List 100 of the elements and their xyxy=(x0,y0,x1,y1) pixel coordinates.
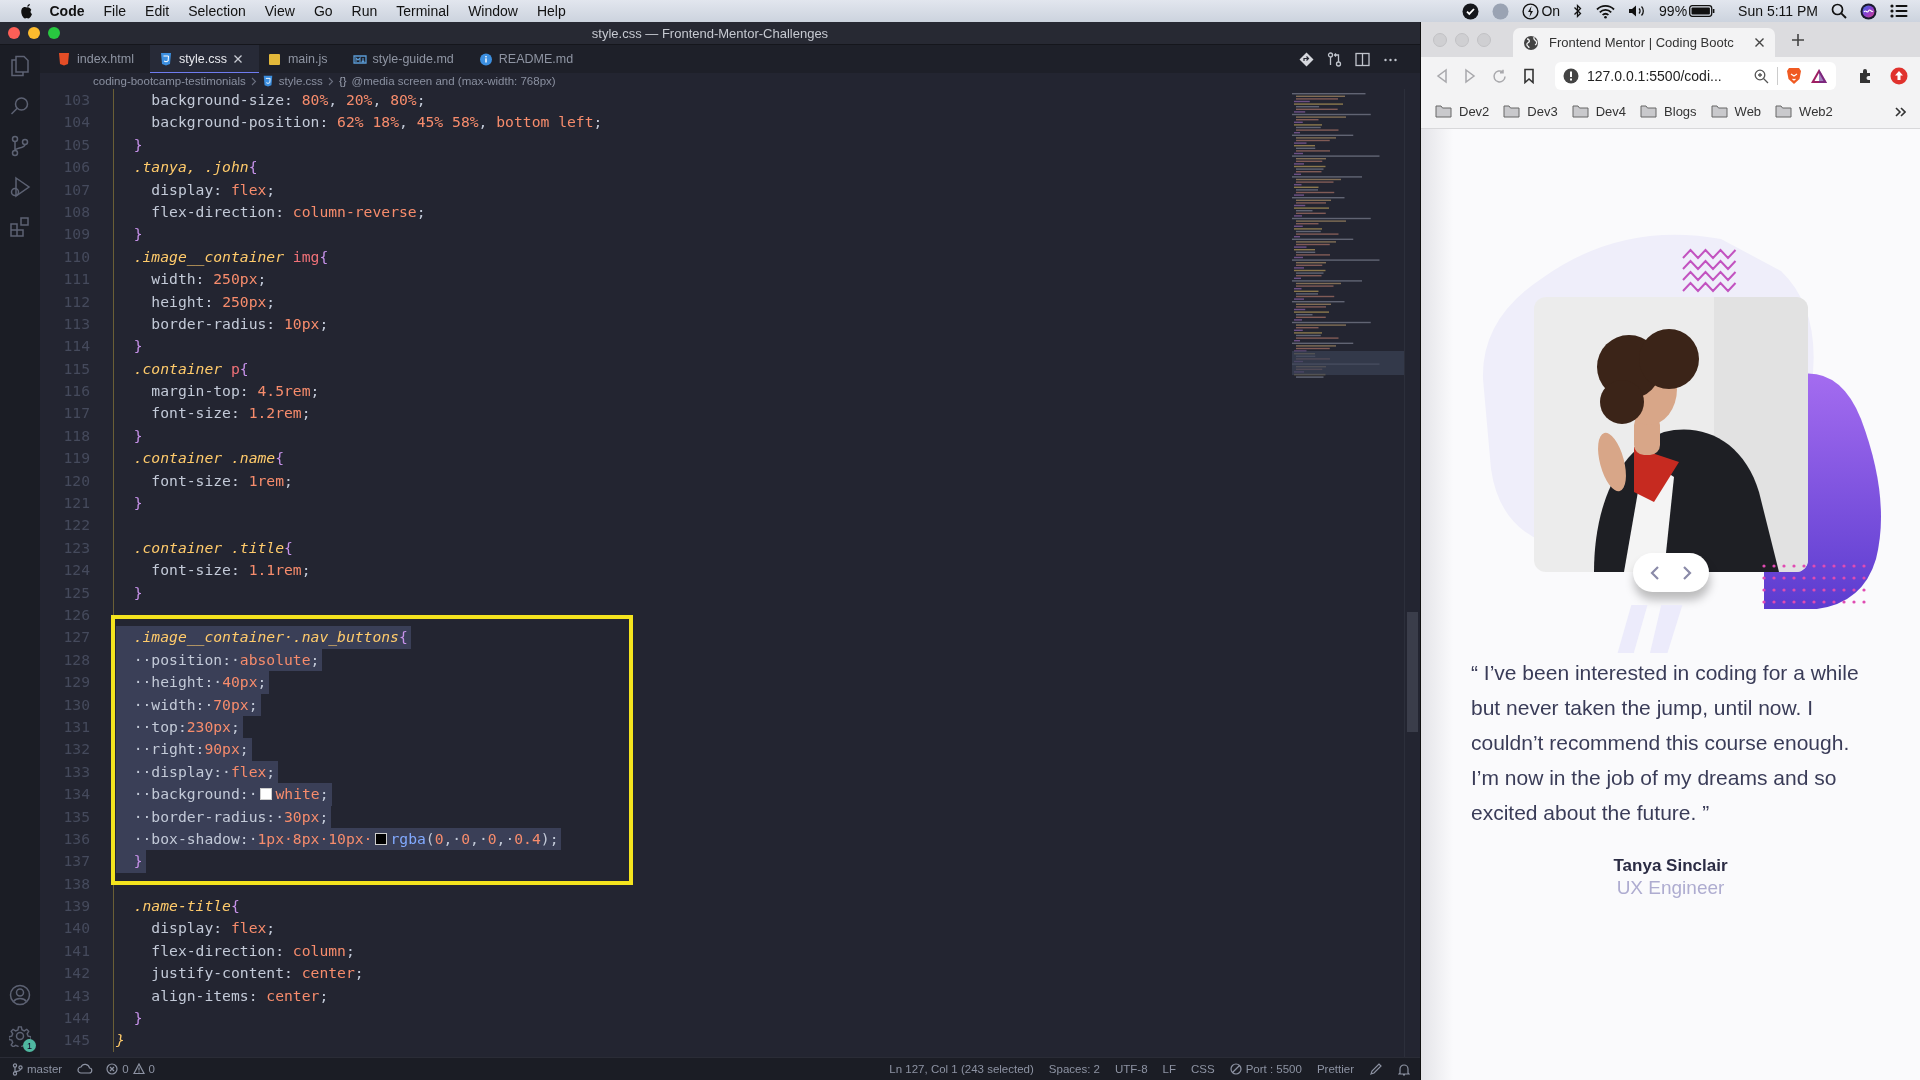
settings-icon[interactable] xyxy=(9,1025,31,1047)
code-line: .container .title{ xyxy=(132,537,294,558)
code-line: border-radius: 10px; xyxy=(150,313,330,334)
warning-count[interactable]: 0 xyxy=(148,1063,155,1075)
zoom-button[interactable] xyxy=(48,27,60,39)
battery-percent: 99% xyxy=(1659,3,1688,19)
bookmark-folder[interactable]: Web xyxy=(1710,104,1762,119)
bookmark-folder[interactable]: Dev3 xyxy=(1503,104,1558,119)
bookmark-icon[interactable] xyxy=(1523,68,1535,84)
editor-tab[interactable]: style.css xyxy=(150,45,259,73)
diamond-arrow-icon[interactable] xyxy=(1299,51,1314,67)
more-bookmarks-icon[interactable] xyxy=(1895,106,1906,117)
folder-icon xyxy=(1571,105,1589,118)
new-tab-icon[interactable] xyxy=(1791,32,1805,47)
globe-icon xyxy=(1523,34,1539,51)
chevron-right-icon xyxy=(250,76,257,86)
upload-badge-icon[interactable] xyxy=(1890,67,1908,85)
editor-tab[interactable]: README.md xyxy=(469,45,590,73)
breadcrumb-item[interactable]: style.css xyxy=(278,75,323,87)
info-icon xyxy=(1563,68,1579,84)
zoom-in-icon[interactable] xyxy=(1754,68,1769,84)
menu-item[interactable]: Selection xyxy=(178,3,256,19)
power-label[interactable]: On xyxy=(1541,3,1561,19)
volume-icon[interactable] xyxy=(1628,4,1647,18)
code-line: } xyxy=(132,582,144,603)
error-icon[interactable] xyxy=(106,1063,119,1075)
triangle-logo-icon[interactable] xyxy=(1810,68,1828,84)
lion-shield-icon[interactable] xyxy=(1786,67,1802,85)
account-icon[interactable] xyxy=(9,984,31,1006)
wifi-icon[interactable] xyxy=(1596,3,1616,19)
editor-tab[interactable]: main.js xyxy=(258,45,344,73)
compare-changes-icon[interactable] xyxy=(1327,51,1342,67)
js-file-icon xyxy=(267,52,282,66)
code-line: display: flex; xyxy=(150,918,277,939)
breadcrumb-item[interactable]: coding-bootcamp-testimonials xyxy=(93,75,246,87)
code-line: flex-direction: column-reverse; xyxy=(150,201,427,222)
code-line: background-position: 62% 18%, 45% 58%, bottom left; xyxy=(150,112,604,133)
menu-item[interactable]: Terminal xyxy=(386,3,459,19)
bookmark-folder[interactable]: Blogs xyxy=(1640,104,1697,119)
menu-item[interactable]: Edit xyxy=(135,3,179,19)
status-item[interactable]: CSS xyxy=(1191,1063,1215,1075)
code-line: .image__container img{ xyxy=(132,246,330,268)
feedback-icon[interactable] xyxy=(1369,1062,1383,1076)
folder-icon xyxy=(1775,105,1793,118)
css-file-icon xyxy=(261,75,274,87)
branch-icon[interactable] xyxy=(12,1062,23,1076)
status-item[interactable]: Ln 127, Col 1 (243 selected) xyxy=(889,1063,1034,1075)
code-line: } xyxy=(132,493,144,514)
battery-icon[interactable] xyxy=(1689,5,1716,17)
minimize-button[interactable] xyxy=(28,27,40,39)
files-icon[interactable] xyxy=(10,55,30,77)
warning-icon[interactable] xyxy=(132,1063,145,1075)
breadcrumb-item[interactable]: @media screen and (max-width: 768px) xyxy=(351,75,556,87)
address-bar[interactable]: 127.0.0.1:5500/codi... xyxy=(1555,62,1836,90)
menu-item[interactable]: File xyxy=(94,3,136,19)
power-icon[interactable] xyxy=(1522,2,1540,20)
scrollbar-thumb[interactable] xyxy=(1407,612,1418,732)
code-line: font-size: 1.2rem; xyxy=(150,403,312,424)
branch-name[interactable]: master xyxy=(27,1063,63,1075)
status-item[interactable]: Spaces: 2 xyxy=(1048,1063,1100,1075)
menu-item[interactable]: Go xyxy=(304,3,343,19)
menu-item[interactable]: Help xyxy=(527,3,576,19)
menu-item[interactable]: Run xyxy=(342,3,387,19)
menu-item[interactable]: Window xyxy=(458,3,528,19)
bookmark-folder[interactable]: Web2 xyxy=(1775,104,1833,119)
person-name: Tanya Sinclair xyxy=(1612,856,1729,876)
siri-icon[interactable] xyxy=(1860,2,1877,20)
bookmark-folder[interactable]: Dev4 xyxy=(1571,104,1627,119)
status-item[interactable]: Port : 5500 xyxy=(1245,1063,1302,1075)
error-count[interactable]: 0 xyxy=(122,1063,129,1075)
source-control-icon[interactable] xyxy=(10,135,30,157)
status-item[interactable]: UTF-8 xyxy=(1115,1063,1148,1075)
code-line: } xyxy=(132,336,144,357)
close-icon[interactable] xyxy=(1754,37,1765,48)
status-item[interactable]: LF xyxy=(1162,1063,1176,1075)
editor-tab[interactable]: style-guide.md xyxy=(343,45,470,73)
symbol-icon: {} xyxy=(338,75,347,87)
code-line: font-size: 1rem; xyxy=(150,470,294,491)
bell-icon[interactable] xyxy=(1398,1062,1410,1076)
bluetooth-icon[interactable] xyxy=(1573,3,1584,19)
code-line: .container p{ xyxy=(132,358,250,379)
close-button[interactable] xyxy=(8,27,20,39)
info-icon xyxy=(478,52,493,66)
port-icon[interactable] xyxy=(1229,1063,1242,1075)
browser-tab[interactable]: Frontend Mentor | Coding Bootc xyxy=(1513,28,1775,57)
app-menu[interactable]: Code xyxy=(40,3,94,19)
bookmark-folder[interactable]: Dev2 xyxy=(1435,104,1490,119)
checkmark-badge-icon[interactable] xyxy=(1462,2,1480,20)
run-debug-icon[interactable] xyxy=(9,176,31,198)
search-icon[interactable] xyxy=(1831,3,1847,19)
tab-title: Frontend Mentor | Coding Bootc xyxy=(1549,35,1735,50)
split-editor-icon[interactable] xyxy=(1355,51,1370,67)
menu-item[interactable]: View xyxy=(255,3,305,19)
menu-clock[interactable]: Sun 5:11 PM xyxy=(1738,3,1818,19)
code-line: display: flex; xyxy=(150,179,277,200)
control-center-icon[interactable] xyxy=(1890,4,1908,18)
status-item[interactable]: Prettier xyxy=(1316,1063,1354,1075)
apple-logo-icon[interactable] xyxy=(20,3,34,19)
markdown-file-icon xyxy=(352,52,367,66)
editor-tab[interactable]: index.html xyxy=(48,45,150,73)
